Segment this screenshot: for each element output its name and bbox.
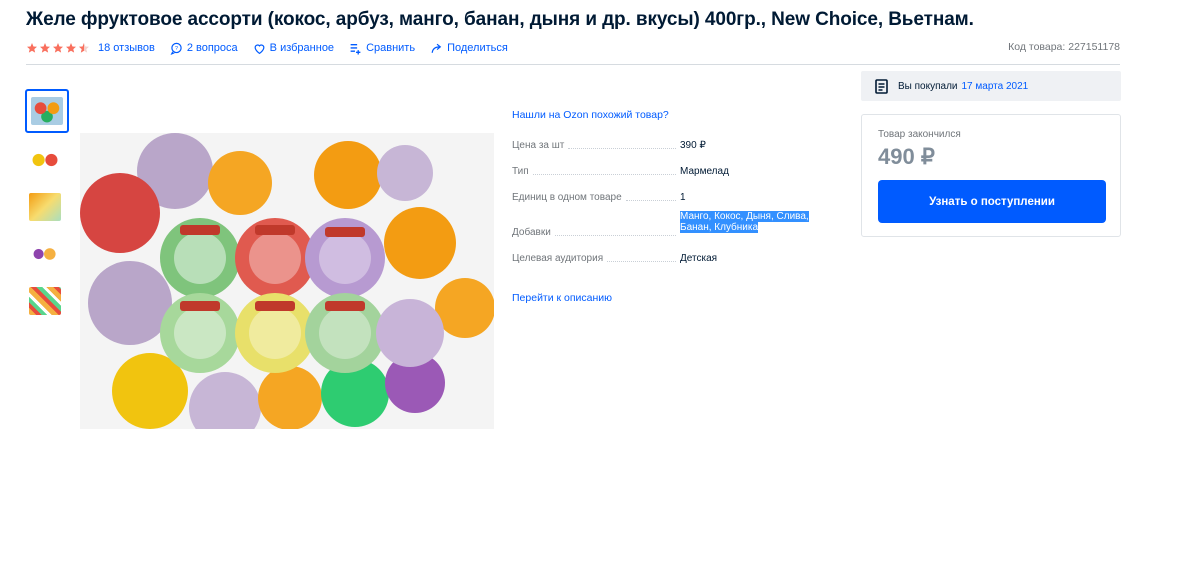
bought-prefix: Вы покупали — [898, 80, 958, 92]
spec-dots — [607, 261, 676, 262]
compare-list-icon — [350, 43, 361, 54]
favorite-label: В избранное — [269, 42, 335, 54]
spec-value-line: Манго, Кокос, Дыня, Слива, — [680, 211, 809, 222]
spec-row: Добавки Манго, Кокос, Дыня, Слива, Банан… — [512, 211, 832, 238]
spec-dots — [625, 200, 676, 201]
share-link[interactable]: Поделиться — [430, 42, 508, 55]
rating-stars[interactable] — [26, 42, 90, 54]
product-main-image[interactable] — [80, 133, 494, 429]
thumbnail-image — [31, 97, 63, 125]
thumbnail-image — [29, 146, 61, 174]
notify-when-available-button[interactable]: Узнать о поступлении — [878, 180, 1106, 223]
reviews-link[interactable]: 18 отзывов — [98, 42, 155, 54]
spec-key-label: Цена за шт — [512, 140, 565, 151]
receipt-icon — [875, 78, 888, 94]
spec-dots — [568, 148, 676, 149]
spec-value: 390 ₽ — [680, 140, 706, 151]
thumbnail-image — [29, 193, 61, 221]
chat-bubble-icon: ? — [170, 42, 182, 55]
product-title: Желе фруктовое ассорти (кокос, арбуз, ма… — [26, 9, 974, 30]
previous-purchase-banner: Вы покупали 17 марта 2021 — [861, 71, 1121, 101]
spec-row: Единиц в одном товаре 1 — [512, 192, 832, 203]
header-divider — [26, 64, 1120, 65]
bought-date-link[interactable]: 17 марта 2021 — [962, 81, 1029, 92]
spec-key-label: Добавки — [512, 227, 551, 238]
buy-box: Товар закончился 490 ₽ Узнать о поступле… — [861, 114, 1121, 237]
jelly-cups-photo — [80, 133, 494, 429]
spec-value: 1 — [680, 192, 686, 203]
thumbnail-1[interactable] — [25, 89, 69, 133]
spec-key: Единиц в одном товаре — [512, 192, 680, 203]
compare-link[interactable]: Сравнить — [349, 42, 415, 55]
half-star-icon — [79, 43, 89, 53]
star-icon — [53, 43, 63, 53]
reviews-label: 18 отзывов — [98, 42, 155, 54]
product-meta-bar: 18 отзывов ? 2 вопроса В избранное Сравн… — [26, 40, 523, 56]
thumbnail-2[interactable] — [25, 140, 65, 180]
thumbnail-5[interactable] — [25, 281, 65, 321]
questions-link[interactable]: ? 2 вопроса — [170, 42, 238, 55]
spec-dots — [554, 235, 676, 236]
star-icon — [66, 43, 76, 53]
spec-key: Тип — [512, 166, 680, 177]
heart-icon — [254, 43, 265, 54]
product-price: 490 ₽ — [878, 144, 935, 169]
thumbnail-3[interactable] — [25, 187, 65, 227]
spec-key: Целевая аудитория — [512, 253, 680, 264]
favorite-link[interactable]: В избранное — [253, 42, 334, 55]
similar-product-link[interactable]: Нашли на Ozon похожий товар? — [512, 109, 669, 121]
thumbnail-4[interactable] — [25, 234, 65, 274]
spec-value[interactable]: Мармелад — [680, 166, 729, 177]
compare-label: Сравнить — [366, 42, 416, 54]
spec-row: Цена за шт 390 ₽ — [512, 140, 832, 151]
star-icon — [40, 43, 50, 53]
specs-table: Цена за шт 390 ₽ Тип Мармелад Единиц в о… — [512, 140, 832, 279]
spec-key-label: Единиц в одном товаре — [512, 192, 622, 203]
go-to-description-link[interactable]: Перейти к описанию — [512, 292, 612, 304]
product-sku: Код товара: 227151178 — [1008, 41, 1120, 53]
spec-row: Тип Мармелад — [512, 166, 832, 177]
spec-value-line: Банан, Клубника — [680, 222, 759, 233]
spec-value: Детская — [680, 253, 718, 264]
svg-text:?: ? — [175, 46, 178, 52]
out-of-stock-status: Товар закончился — [878, 129, 961, 140]
spec-value-additives: Манго, Кокос, Дыня, Слива, Банан, Клубни… — [680, 211, 809, 233]
share-arrow-icon — [431, 43, 442, 53]
spec-row: Целевая аудитория Детская — [512, 253, 832, 264]
questions-label: 2 вопроса — [186, 42, 238, 54]
spec-key-label: Целевая аудитория — [512, 253, 604, 264]
share-label: Поделиться — [447, 42, 508, 54]
thumbnail-image — [29, 287, 61, 315]
thumbnail-image — [29, 240, 61, 268]
spec-key-label: Тип — [512, 166, 529, 177]
spec-key: Добавки — [512, 227, 680, 238]
star-icon — [27, 43, 37, 53]
spec-key: Цена за шт — [512, 140, 680, 151]
thumbnail-gallery — [25, 89, 69, 328]
spec-dots — [532, 174, 676, 175]
